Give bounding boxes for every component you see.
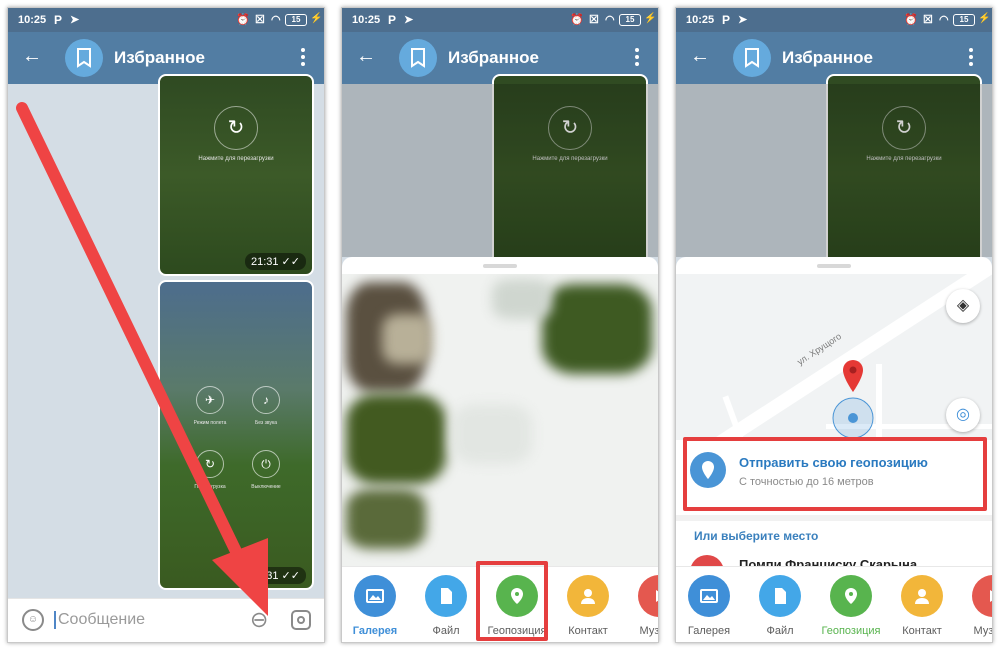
attach-label: Музыка [973,625,993,637]
sheet-handle[interactable] [483,264,517,268]
attach-location[interactable]: Геопозиция [821,575,881,637]
telegram-icon: ➤ [738,14,748,26]
divider [676,515,992,521]
back-arrow-icon[interactable]: ← [690,46,710,66]
attach-file[interactable]: Файл [416,575,476,637]
parking-icon: P [388,13,397,27]
parking-icon: P [722,13,731,27]
telegram-icon: ➤ [404,14,414,26]
attach-gallery-screen: 10:25 P ➤ ⏰ ☒ ◠ 15 ⚡ ← Избранное ↻ Нажми… [341,7,659,643]
attach-file[interactable]: Файл [750,575,810,637]
music-icon [972,575,992,617]
attach-label: Галерея [687,625,731,637]
attach-gallery[interactable]: Галерея [345,575,405,637]
alarm-off-icon: ⏰ [904,14,918,26]
location-pin-icon [832,360,874,439]
avatar[interactable] [733,39,771,77]
attach-label: Геопозиция [821,625,881,637]
attach-label: Файл [766,625,794,637]
attach-label: Контакт [902,625,942,637]
wifi-icon: ◠ [605,14,615,26]
dim-overlay [676,84,992,257]
charging-icon: ⚡ [644,13,657,24]
photo-grid[interactable] [342,274,658,574]
file-icon [425,575,467,617]
avatar[interactable] [399,39,437,77]
alarm-off-icon: ⏰ [570,14,584,26]
map-view[interactable]: ул. Хрущого ◈ ◎ [676,274,992,440]
layers-icon[interactable]: ◈ [946,289,980,323]
back-arrow-icon[interactable]: ← [356,46,376,66]
highlight-box [476,561,548,641]
wifi-icon: ◠ [939,14,949,26]
status-time: 10:25 [352,14,381,26]
location-pin-icon [830,575,872,617]
battery-icon: 15 [619,14,641,26]
attach-contact[interactable]: Контакт [892,575,952,637]
attach-music[interactable]: Музыка [963,575,993,637]
chat-title: Избранное [782,48,873,67]
attach-label: Галерея [352,625,398,637]
sim-off-icon: ☒ [589,14,599,26]
bookmark-icon [745,48,759,68]
attach-music[interactable]: Музыка [629,575,659,637]
sim-off-icon: ☒ [923,14,933,26]
sheet-handle[interactable] [817,264,851,268]
chat-title: Избранное [448,48,539,67]
photo-thumb[interactable] [346,489,426,549]
bookmark-icon [411,48,425,68]
image-icon [688,575,730,617]
file-icon [759,575,801,617]
attach-label: Контакт [568,625,608,637]
more-vert-icon[interactable] [968,46,974,68]
photo-thumb[interactable] [542,284,652,374]
dim-overlay [342,84,658,257]
photo-thumb[interactable] [492,279,552,319]
attach-contact[interactable]: Контакт [558,575,618,637]
photo-thumb[interactable] [452,404,532,464]
music-icon [638,575,658,617]
highlight-box [683,437,987,511]
attach-label: Файл [432,625,460,637]
contact-icon [901,575,943,617]
attach-label: Музыка [639,625,659,637]
status-bar: 10:25 P ➤ ⏰ ☒ ◠ 15 ⚡ [342,8,658,32]
location-screen: 10:25 P ➤ ⏰ ☒ ◠ 15 ⚡ ← Избранное ↻ Нажми… [675,7,993,643]
choose-place-heading: Или выберите место [694,529,819,543]
attach-gallery[interactable]: Галерея [679,575,739,637]
battery-icon: 15 [953,14,975,26]
red-arrow-annotation [16,102,268,616]
status-bar: 10:25 P ➤ ⏰ ☒ ◠ 15 ⚡ [676,8,992,32]
more-vert-icon[interactable] [634,46,640,68]
charging-icon: ⚡ [978,13,991,24]
contact-icon [567,575,609,617]
chat-screen: 10:25 P ➤ ⏰ ☒ ◠ 15 ⚡ ← Избранное ↻ Нажми… [7,7,325,643]
attach-menu: Галерея Файл Геопозиция Контакт Муз [676,566,993,642]
my-location-icon[interactable]: ◎ [946,398,980,432]
photo-thumb[interactable] [346,394,446,484]
status-time: 10:25 [686,14,715,26]
image-icon [354,575,396,617]
photo-thumb[interactable] [382,314,432,364]
